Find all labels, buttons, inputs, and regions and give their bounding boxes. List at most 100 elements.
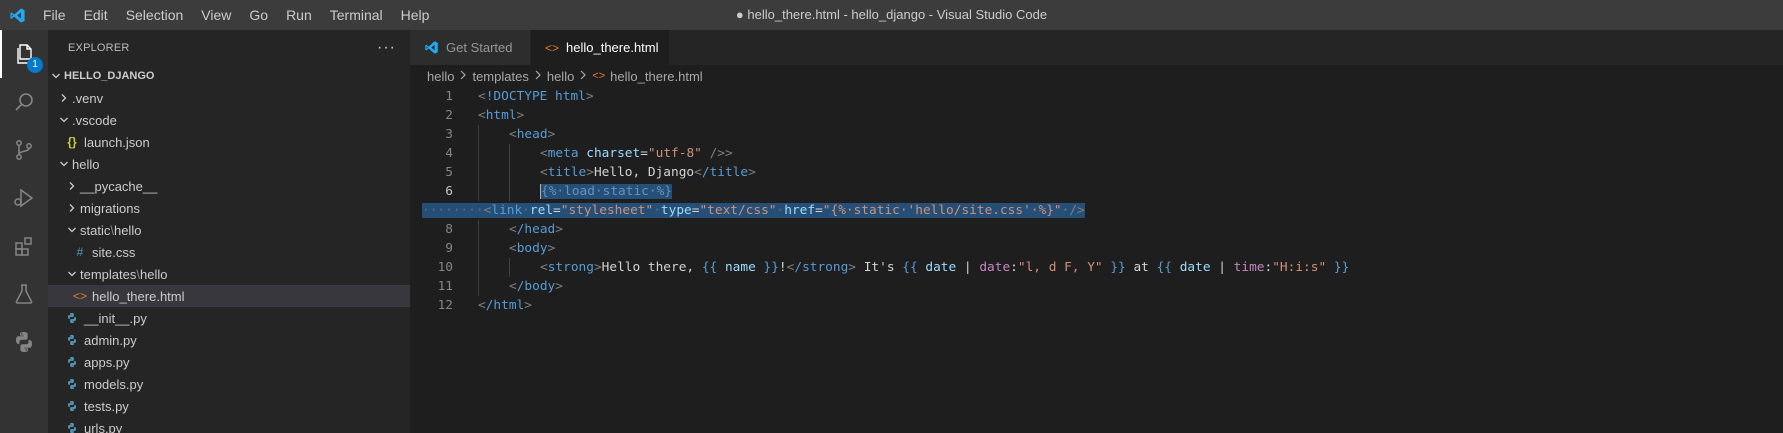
chevron-right-icon: [56, 93, 72, 103]
tree-item-label: __init__.py: [84, 310, 147, 326]
code-content: <strong>Hello there, {{ name }}!</strong…: [540, 260, 1350, 275]
tree-item-venv[interactable]: .venv: [48, 87, 410, 109]
tab-hello-there-html[interactable]: <> hello_there.html: [531, 30, 670, 65]
tree-item-label: apps.py: [84, 354, 130, 370]
attr-name: type: [660, 203, 692, 218]
tree-item-label: tests.py: [84, 398, 129, 414]
chevron-down-icon: [56, 115, 72, 125]
source-control-activity-button[interactable]: [0, 126, 48, 174]
tree-item-urls-py[interactable]: urls.py: [48, 417, 410, 433]
tree-item-label: __pycache__: [80, 178, 158, 194]
chevron-right-icon: [534, 69, 542, 83]
tree-item-admin-py[interactable]: admin.py: [48, 329, 410, 351]
menu-edit[interactable]: Edit: [75, 0, 117, 30]
code-content: <html>: [478, 108, 525, 123]
indent-guide: [478, 277, 479, 296]
breadcrumb-hello-folder[interactable]: hello: [547, 69, 574, 84]
menu-help[interactable]: Help: [392, 0, 439, 30]
python-activity-button[interactable]: [0, 318, 48, 366]
run-debug-icon: [14, 188, 34, 208]
code-line: 12 </html>: [410, 296, 1783, 315]
tree-item-label: migrations: [80, 200, 140, 216]
line-number: 4: [445, 146, 453, 161]
menu-terminal[interactable]: Terminal: [321, 0, 392, 30]
breadcrumb-hello[interactable]: hello: [427, 69, 454, 84]
tree-item-launch-json[interactable]: {} launch.json: [48, 131, 410, 153]
workspace-root[interactable]: HELLO_DJANGO: [48, 65, 410, 87]
template-open: {{: [1156, 260, 1173, 275]
extensions-icon: [15, 237, 32, 256]
line-number: 2: [445, 108, 453, 123]
chevron-down-icon: [64, 269, 80, 279]
search-activity-button[interactable]: [0, 78, 48, 126]
breadcrumb-file[interactable]: hello_there.html: [610, 69, 703, 84]
tree-item-init-py[interactable]: __init__.py: [48, 307, 410, 329]
indent-guide: [478, 144, 479, 163]
text-content: !: [778, 260, 787, 275]
indent-guide: [478, 258, 479, 277]
template-variable: name: [717, 260, 764, 275]
activity-bar: 1: [0, 30, 48, 433]
more-actions-icon[interactable]: ···: [377, 39, 396, 57]
indent-guide: [509, 163, 510, 182]
chevron-right-icon: [459, 69, 467, 83]
tree-item-migrations[interactable]: migrations: [48, 197, 410, 219]
line-number: 6: [445, 184, 453, 199]
tree-item-tests-py[interactable]: tests.py: [48, 395, 410, 417]
extensions-activity-button[interactable]: [0, 222, 48, 270]
menu-selection[interactable]: Selection: [117, 0, 193, 30]
tree-item-apps-py[interactable]: apps.py: [48, 351, 410, 373]
tree-item-site-css[interactable]: # site.css: [48, 241, 410, 263]
flask-icon: [15, 284, 33, 304]
tree-item-vscode[interactable]: .vscode: [48, 109, 410, 131]
tree-item-models-py[interactable]: models.py: [48, 373, 410, 395]
text-content: It's: [856, 260, 903, 275]
tree-item-templates-hello[interactable]: templates \ hello: [48, 263, 410, 285]
line-number: 10: [437, 260, 453, 275]
tree-item-label: .vscode: [72, 112, 117, 128]
python-file-icon: [64, 378, 80, 390]
chevron-down-icon: [48, 71, 64, 81]
explorer-activity-button[interactable]: 1: [0, 30, 48, 78]
menu-file[interactable]: File: [34, 0, 75, 30]
menu-go[interactable]: Go: [240, 0, 277, 30]
tree-item-static-hello[interactable]: static \ hello: [48, 219, 410, 241]
tree-item-label: launch.json: [84, 134, 150, 150]
code-editor[interactable]: 1 <!DOCTYPE html> 2 <html> 3 <head> 4 <m…: [410, 87, 1783, 433]
title-bar: File Edit Selection View Go Run Terminal…: [0, 0, 1783, 30]
chevron-right-icon: [579, 69, 587, 83]
chevron-down-icon: [64, 225, 80, 235]
line-number: 1: [445, 89, 453, 104]
tree-item-hello-there-html[interactable]: <> hello_there.html: [48, 285, 410, 307]
breadcrumb-templates[interactable]: templates: [472, 69, 528, 84]
run-debug-activity-button[interactable]: [0, 174, 48, 222]
tree-item-label: templates: [80, 266, 137, 282]
html-file-icon: <>: [592, 70, 606, 82]
code-line: 8 </head>: [410, 220, 1783, 239]
chevron-right-icon: [64, 181, 80, 191]
menu-view[interactable]: View: [192, 0, 240, 30]
tree-item-label: hello: [113, 222, 142, 238]
tree-item-pycache[interactable]: __pycache__: [48, 175, 410, 197]
indent-guide: [478, 182, 479, 201]
template-tag: {%·load·static·%}: [541, 184, 672, 199]
menu-run[interactable]: Run: [277, 0, 321, 30]
code-content: </head>: [509, 222, 563, 237]
code-line: 11 </body>: [410, 277, 1783, 296]
explorer-badge: 1: [27, 57, 43, 73]
tree-item-hello[interactable]: hello: [48, 153, 410, 175]
tree-item-label: .venv: [72, 90, 104, 106]
attr-value: "utf-8": [647, 146, 702, 161]
testing-activity-button[interactable]: [0, 270, 48, 318]
indent-guide: [509, 258, 510, 277]
filter-pipe: |: [963, 260, 972, 275]
tab-get-started[interactable]: Get Started: [410, 30, 531, 65]
json-file-icon: {}: [67, 135, 77, 149]
filter-pipe: |: [1218, 260, 1226, 275]
chevron-down-icon: [56, 159, 72, 169]
indent-guide: [478, 163, 479, 182]
code-line: 5 <title>Hello, Django</title>: [410, 163, 1783, 182]
code-line: 3 <head>: [410, 125, 1783, 144]
python-icon: [16, 332, 32, 352]
tag-name: head: [516, 127, 548, 142]
